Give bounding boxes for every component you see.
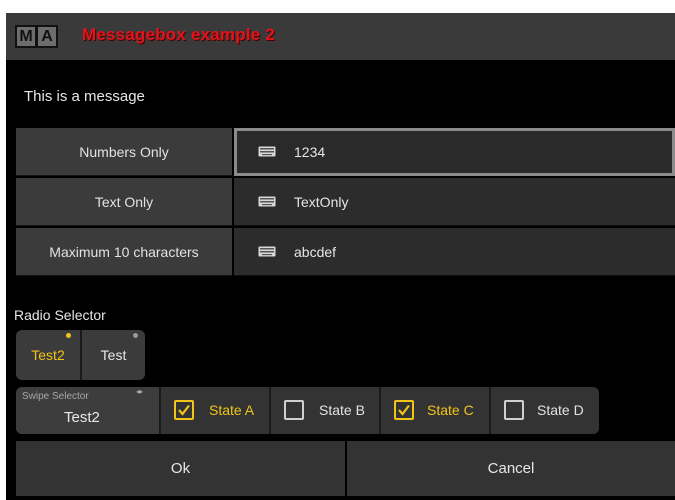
checkbox-label: State B <box>319 402 365 418</box>
cancel-button[interactable]: Cancel <box>347 441 675 496</box>
checkbox-unchecked-icon <box>504 400 524 420</box>
input-label: Maximum 10 characters <box>16 228 232 276</box>
swipe-selector-title: Swipe Selector <box>22 391 89 402</box>
swipe-selector[interactable]: Swipe Selector ◂▸ Test2 <box>16 387 159 434</box>
ma-logo-a: A <box>36 25 58 48</box>
checkbox-unchecked-icon <box>284 400 304 420</box>
checkbox-checked-icon <box>174 400 194 420</box>
input-value: abcdef <box>294 244 337 260</box>
checkbox-state-d[interactable]: State D <box>489 387 599 434</box>
ma-logo-m: M <box>15 25 37 48</box>
state-bar: Swipe Selector ◂▸ Test2 State A State B … <box>16 387 599 434</box>
swipe-selector-value: Test2 <box>64 409 100 426</box>
radio-selected-dot-icon <box>66 333 71 338</box>
swipe-arrows-icon: ◂▸ <box>136 387 143 396</box>
checkbox-state-a[interactable]: State A <box>159 387 269 434</box>
input-value: 1234 <box>294 144 326 160</box>
keyboard-icon <box>258 196 276 207</box>
checkbox-label: State D <box>537 402 584 418</box>
input-label: Text Only <box>16 178 232 226</box>
keyboard-icon <box>258 146 276 157</box>
input-row-max-10-chars: Maximum 10 characters abcdef <box>16 228 675 276</box>
message-text: This is a message <box>24 88 145 105</box>
text-only-input[interactable]: TextOnly <box>234 178 675 226</box>
checkbox-label: State A <box>209 402 255 418</box>
radio-unselected-dot-icon <box>133 333 138 338</box>
title-bar: M A Messagebox example 2 <box>6 13 675 60</box>
input-value: TextOnly <box>294 194 349 210</box>
max-10-characters-input[interactable]: abcdef <box>234 228 675 276</box>
messagebox-window: M A Messagebox example 2 This is a messa… <box>6 13 675 500</box>
ok-button[interactable]: Ok <box>16 441 345 496</box>
input-row-numbers-only: Numbers Only 1234 <box>16 128 675 176</box>
radio-option-test2[interactable]: Test2 <box>16 330 80 380</box>
checkbox-label: State C <box>427 402 474 418</box>
numbers-only-input[interactable]: 1234 <box>234 128 675 176</box>
input-row-text-only: Text Only TextOnly <box>16 178 675 226</box>
input-label: Numbers Only <box>16 128 232 176</box>
checkbox-state-c[interactable]: State C <box>379 387 489 434</box>
radio-selector: Test2 Test <box>16 330 145 380</box>
radio-selector-title: Radio Selector <box>14 307 106 323</box>
keyboard-icon <box>258 246 276 257</box>
checkbox-state-b[interactable]: State B <box>269 387 379 434</box>
checkbox-checked-icon <box>394 400 414 420</box>
window-title: Messagebox example 2 <box>82 25 275 44</box>
